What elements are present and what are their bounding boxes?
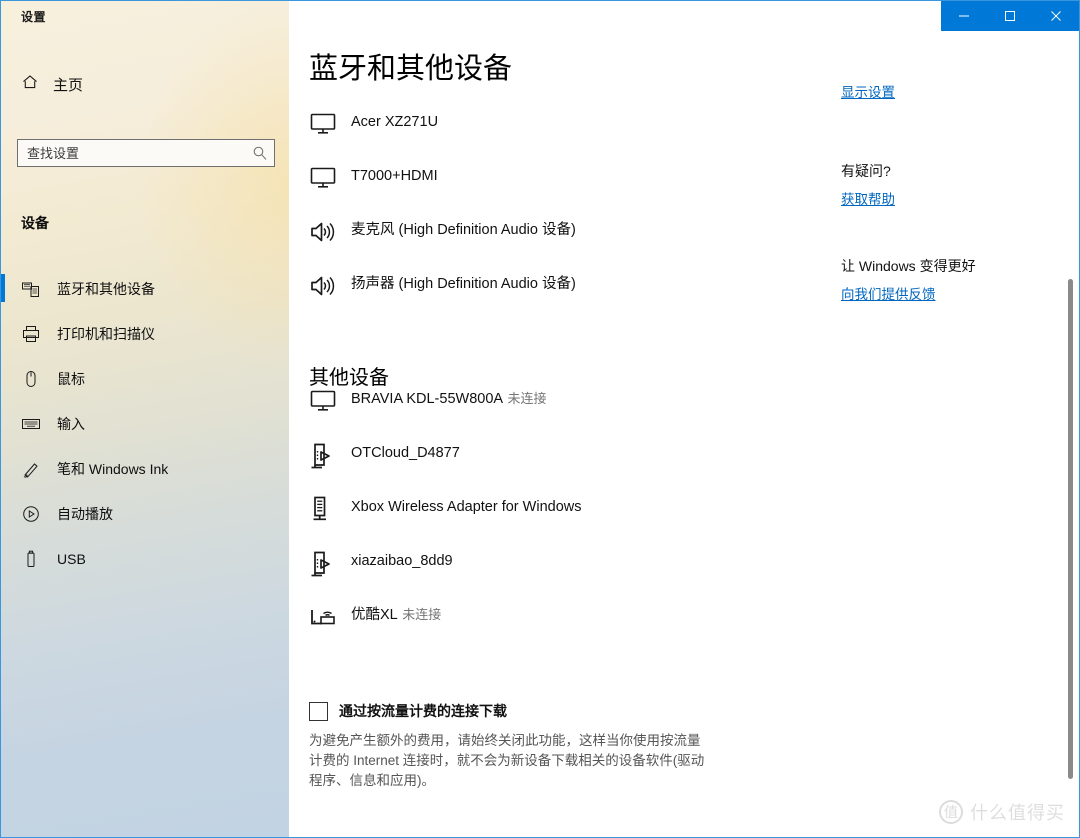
main-content: 蓝牙和其他设备 Acer XZ271U T7000+HDMI 麦克风 (High… [291, 31, 1079, 837]
sidebar-item-autoplay[interactable]: 自动播放 [1, 491, 289, 536]
sidebar-item-bluetooth-and-other-devices[interactable]: 蓝牙和其他设备 [1, 266, 289, 311]
device-row[interactable]: T7000+HDMI [309, 163, 829, 217]
watermark-text: 什么值得买 [970, 803, 1065, 823]
sidebar-item-mouse[interactable]: 鼠标 [1, 356, 289, 401]
device-name: 优酷XL [351, 607, 398, 623]
device-name: OTCloud_D4877 [351, 445, 460, 461]
related-settings-panel: 显示设置 有疑问? 获取帮助 让 Windows 变得更好 向我们提供反馈 [841, 81, 1061, 303]
sidebar-nav: 蓝牙和其他设备 打印机和扫描仪 鼠标 输入 笔和 Windows Ink 自动播… [1, 266, 289, 581]
maximize-button[interactable] [987, 1, 1033, 31]
device-status: 未连接 [507, 391, 547, 406]
device-name: Acer XZ271U [351, 114, 439, 130]
sidebar-item-home[interactable]: 主页 [15, 70, 303, 98]
printer-icon [21, 324, 41, 344]
keyboard-icon [21, 414, 41, 434]
pen-icon [21, 459, 41, 479]
maximize-icon [1005, 11, 1015, 21]
close-icon [1051, 11, 1061, 21]
metered-download-description: 为避免产生额外的费用，请始终关闭此功能，这样当你使用按流量计费的 Interne… [309, 733, 705, 788]
mouse-icon [21, 369, 41, 389]
sidebar: 设置 主页 设备 [1, 1, 289, 837]
minimize-button[interactable] [941, 1, 987, 31]
device-name: BRAVIA KDL-55W800A [351, 391, 504, 407]
search-icon [252, 145, 268, 161]
checkbox-unchecked-icon[interactable] [309, 701, 328, 721]
give-feedback-link[interactable]: 向我们提供反馈 [841, 283, 1061, 303]
device-name: xiazaibao_8dd9 [351, 553, 453, 569]
sidebar-item-label: 自动播放 [57, 505, 113, 522]
watermark: 值 什么值得买 [939, 799, 1065, 825]
sidebar-item-printers-and-scanners[interactable]: 打印机和扫描仪 [1, 311, 289, 356]
device-name: 麦克风 (High Definition Audio 设备) [351, 222, 576, 238]
minimize-icon [959, 15, 969, 17]
autoplay-icon [21, 504, 41, 524]
media-device-icon [309, 440, 343, 470]
monitor-icon [309, 386, 343, 416]
app-title: 设置 [21, 10, 47, 24]
monitor-icon [309, 163, 343, 193]
window-caption-buttons [941, 1, 1079, 31]
help-header: 有疑问? [841, 163, 891, 179]
device-row[interactable]: OTCloud_D4877 [309, 440, 829, 494]
network-device-icon [309, 494, 343, 524]
monitor-icon [309, 109, 343, 139]
speaker-icon [309, 217, 343, 247]
device-row[interactable]: Acer XZ271U [309, 109, 829, 163]
sidebar-item-label: 笔和 Windows Ink [57, 460, 169, 477]
metered-download-section: 通过按流量计费的连接下载 为避免产生额外的费用，请始终关闭此功能，这样当你使用按… [309, 701, 729, 791]
sidebar-item-pen-and-windows-ink[interactable]: 笔和 Windows Ink [1, 446, 289, 491]
usb-icon [21, 549, 41, 569]
media-device-icon [309, 548, 343, 578]
sidebar-item-typing[interactable]: 输入 [1, 401, 289, 446]
wireless-display-icon [309, 602, 343, 632]
watermark-badge: 值 [939, 800, 963, 824]
sidebar-section-header: 设备 [21, 215, 49, 231]
page-title: 蓝牙和其他设备 [309, 53, 513, 85]
bluetooth-devices-icon [21, 279, 41, 299]
device-name: 扬声器 (High Definition Audio 设备) [351, 276, 576, 292]
sidebar-item-label: 鼠标 [57, 370, 85, 387]
sidebar-item-usb[interactable]: USB [1, 536, 289, 581]
device-row[interactable]: xiazaibao_8dd9 [309, 548, 829, 602]
vertical-scrollbar[interactable] [1068, 279, 1073, 779]
sidebar-item-label: USB [57, 550, 86, 567]
sidebar-item-label: 打印机和扫描仪 [57, 325, 155, 342]
device-row[interactable]: 麦克风 (High Definition Audio 设备) [309, 217, 829, 271]
feedback-header: 让 Windows 变得更好 [841, 258, 976, 274]
device-status: 未连接 [402, 607, 442, 622]
device-name: Xbox Wireless Adapter for Windows [351, 499, 582, 515]
device-row[interactable]: 优酷XL 未连接 [309, 602, 829, 656]
speaker-icon [309, 271, 343, 301]
device-row[interactable]: Xbox Wireless Adapter for Windows [309, 494, 829, 548]
sidebar-item-label: 输入 [57, 415, 85, 432]
search-input[interactable] [27, 145, 252, 161]
sidebar-item-label: 蓝牙和其他设备 [57, 280, 155, 297]
help-group: 有疑问? 获取帮助 [841, 161, 1061, 208]
settings-window: 设置 主页 设备 [0, 0, 1080, 838]
metered-download-checkbox-row[interactable]: 通过按流量计费的连接下载 [309, 701, 729, 721]
metered-download-label: 通过按流量计费的连接下载 [339, 703, 507, 719]
get-help-link[interactable]: 获取帮助 [841, 188, 1061, 208]
sidebar-item-home-label: 主页 [53, 76, 84, 94]
home-icon [21, 73, 39, 96]
close-button[interactable] [1033, 1, 1079, 31]
connected-devices-list: Acer XZ271U T7000+HDMI 麦克风 (High Definit… [309, 109, 829, 325]
feedback-group: 让 Windows 变得更好 向我们提供反馈 [841, 256, 1061, 303]
search-box[interactable] [17, 139, 275, 167]
display-settings-link[interactable]: 显示设置 [841, 81, 1061, 101]
other-devices-list: BRAVIA KDL-55W800A 未连接 OTCloud_D4877 Xbo… [309, 386, 829, 656]
device-name: T7000+HDMI [351, 168, 438, 184]
device-row[interactable]: 扬声器 (High Definition Audio 设备) [309, 271, 829, 325]
device-row[interactable]: BRAVIA KDL-55W800A 未连接 [309, 386, 829, 440]
